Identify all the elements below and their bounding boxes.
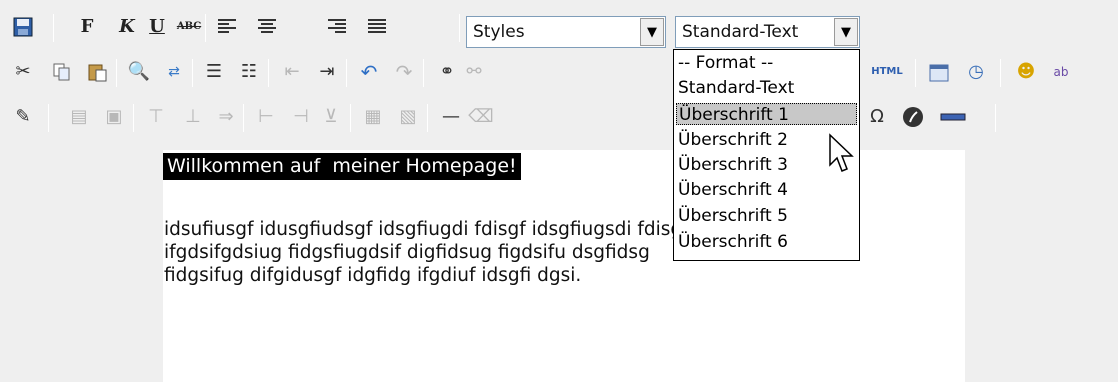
toolbar-separator — [459, 14, 460, 42]
format-option[interactable]: Überschrift 6 — [678, 231, 788, 253]
format-option[interactable]: Überschrift 3 — [678, 154, 788, 176]
split-cells-icon[interactable]: ▧ — [397, 106, 419, 128]
numbered-list-icon[interactable]: ☷ — [238, 61, 260, 83]
table-props-icon[interactable]: ▣ — [103, 106, 125, 128]
insert-line-icon[interactable] — [938, 106, 968, 128]
styles-select-value: Styles — [473, 22, 525, 42]
toolbar-separator — [346, 59, 347, 87]
cut-icon[interactable]: ✂ — [12, 61, 34, 83]
toolbar-separator — [205, 14, 206, 42]
spellcheck-icon[interactable]: ab — [1050, 61, 1072, 83]
toolbar-separator — [268, 59, 269, 87]
toolbar-row-1: F K U ABC Styles ▼ Standard-Text ▼ — [0, 10, 1118, 50]
chevron-down-icon[interactable]: ▼ — [640, 18, 664, 46]
col-after-icon[interactable]: ⊣ — [290, 106, 312, 128]
paste-icon[interactable] — [86, 61, 108, 83]
toolbar-separator — [243, 104, 244, 132]
html-source-button[interactable]: HTML — [866, 61, 908, 83]
toolbar-separator — [423, 59, 424, 87]
outdent-icon[interactable]: ⇤ — [281, 61, 303, 83]
align-justify-icon[interactable] — [366, 16, 388, 38]
delete-row-icon[interactable]: ⇒ — [215, 106, 237, 128]
row-before-icon[interactable]: ⊤ — [145, 106, 167, 128]
delete-col-icon[interactable]: ⊻ — [320, 106, 342, 128]
align-center-icon[interactable] — [256, 16, 278, 38]
save-icon[interactable] — [12, 16, 34, 38]
format-option-highlighted[interactable]: Überschrift 1 — [676, 103, 857, 125]
copy-icon[interactable] — [51, 61, 73, 83]
toolbar-separator — [48, 104, 49, 132]
emoticon-icon[interactable]: ☻ — [1015, 61, 1037, 83]
toolbar-separator — [915, 59, 916, 87]
toolbar-separator — [192, 59, 193, 87]
format-select[interactable]: Standard-Text ▼ — [675, 16, 860, 48]
replace-icon[interactable]: ⇄ — [163, 61, 185, 83]
selected-heading-text[interactable]: Willkommen auf meiner Homepage! — [163, 153, 521, 180]
format-option[interactable]: Überschrift 2 — [678, 129, 788, 151]
toolbar-separator — [53, 14, 54, 42]
format-option[interactable]: Überschrift 4 — [678, 179, 788, 201]
toolbar-separator — [350, 104, 351, 132]
format-option[interactable]: -- Format -- — [678, 52, 773, 74]
toolbar-row-2: ✂ 🔍 ⇄ ☰ ☷ ⇤ ⇥ ↶ ↷ ⚭ ⚯ HTML ◷ ☻ ab — [0, 55, 1118, 95]
row-after-icon[interactable]: ⊥ — [182, 106, 204, 128]
strikethrough-button[interactable]: ABC — [177, 16, 201, 38]
unlink-icon[interactable]: ⚯ — [463, 61, 485, 83]
italic-button[interactable]: K — [116, 16, 138, 38]
merge-cells-icon[interactable]: ▦ — [362, 106, 384, 128]
toolbar-separator — [1000, 59, 1001, 87]
redo-icon[interactable]: ↷ — [393, 61, 415, 83]
insert-time-icon[interactable]: ◷ — [965, 61, 987, 83]
toolbar-row-3: ✎ ▤ ▣ ⊤ ⊥ ⇒ ⊢ ⊣ ⊻ ▦ ▧ — ⌫ Ω — [0, 100, 1118, 140]
indent-icon[interactable]: ⇥ — [316, 61, 338, 83]
format-select-value: Standard-Text — [682, 22, 799, 42]
toolbar: F K U ABC Styles ▼ Standard-Text ▼ ✂ 🔍 ⇄… — [0, 0, 1118, 150]
format-option[interactable]: Standard-Text — [678, 77, 794, 99]
link-icon[interactable]: ⚭ — [436, 61, 458, 83]
styles-select[interactable]: Styles ▼ — [466, 16, 666, 48]
toolbar-separator — [995, 104, 996, 132]
flash-icon[interactable] — [902, 106, 924, 128]
underline-button[interactable]: U — [146, 16, 168, 38]
undo-icon[interactable]: ↶ — [358, 61, 380, 83]
toolbar-separator — [427, 104, 428, 132]
format-option[interactable]: Überschrift 5 — [678, 205, 788, 227]
table-icon[interactable]: ▤ — [68, 106, 90, 128]
find-icon[interactable]: 🔍 — [128, 61, 150, 83]
align-right-icon[interactable] — [326, 16, 348, 38]
align-left-icon[interactable] — [216, 16, 238, 38]
paragraph-line: fidgsifug difgidusgf idgfidg ifgdiuf ids… — [164, 265, 582, 286]
toolbar-separator — [133, 104, 134, 132]
bold-button[interactable]: F — [76, 16, 98, 38]
special-char-icon[interactable]: Ω — [866, 106, 888, 128]
bullet-list-icon[interactable]: ☰ — [203, 61, 225, 83]
col-before-icon[interactable]: ⊢ — [255, 106, 277, 128]
edit-icon[interactable]: ✎ — [12, 106, 34, 128]
horizontal-rule-icon[interactable]: — — [440, 106, 462, 128]
toolbar-separator — [116, 59, 117, 87]
insert-date-icon[interactable] — [928, 61, 950, 83]
eraser-icon[interactable]: ⌫ — [468, 106, 493, 128]
chevron-down-icon[interactable]: ▼ — [834, 18, 858, 46]
mouse-cursor-icon — [828, 133, 854, 182]
